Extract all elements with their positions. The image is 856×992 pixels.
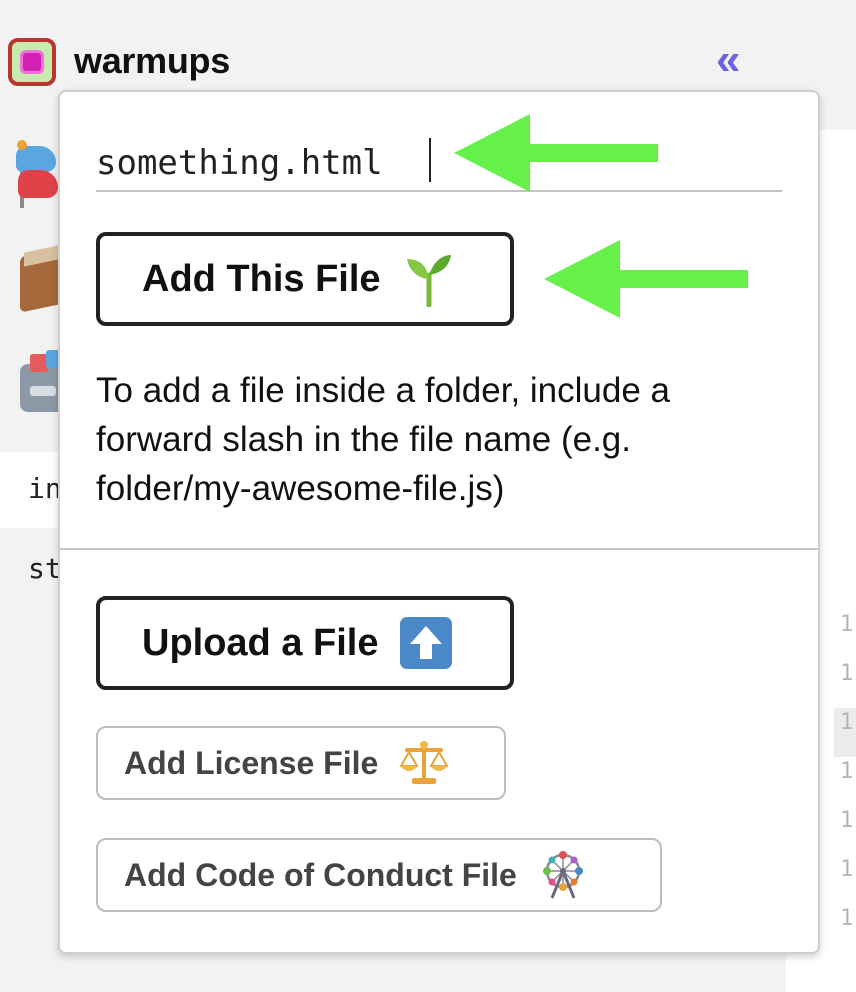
add-license-file-button[interactable]: Add License File <box>96 726 506 800</box>
add-code-of-conduct-file-button[interactable]: Add Code of Conduct File <box>96 838 662 912</box>
sidebar-file-item[interactable]: in <box>0 452 62 528</box>
divider <box>60 548 818 550</box>
annotation-arrow-icon <box>454 114 658 192</box>
annotation-arrow-icon <box>544 240 748 318</box>
sidebar-file-label: in <box>28 472 62 505</box>
filename-input[interactable] <box>96 136 782 192</box>
text-cursor <box>429 138 431 182</box>
line-number: 1 <box>840 906 854 931</box>
project-avatar[interactable] <box>8 38 56 86</box>
sidebar-file-label: st <box>28 552 62 585</box>
package-box-icon[interactable] <box>8 243 68 313</box>
seedling-icon <box>403 253 455 307</box>
ferris-wheel-icon <box>537 849 589 901</box>
add-license-file-label: Add License File <box>124 744 379 781</box>
balance-scale-icon <box>398 737 450 789</box>
new-file-popover: Add This File To add a file inside a fol… <box>58 90 820 954</box>
upload-file-button[interactable]: Upload a File <box>96 596 514 690</box>
editor-line-numbers: 1 1 1 1 1 1 1 <box>834 610 856 953</box>
add-coc-file-label: Add Code of Conduct File <box>124 856 517 893</box>
line-number: 1 <box>840 661 854 686</box>
folder-help-text: To add a file inside a folder, include a… <box>96 371 670 508</box>
upload-file-label: Upload a File <box>142 621 379 664</box>
project-name[interactable]: warmups <box>74 40 230 82</box>
file-cabinet-icon[interactable] <box>8 350 66 412</box>
add-this-file-button[interactable]: Add This File <box>96 232 514 326</box>
up-arrow-icon <box>400 617 453 669</box>
line-number: 1 <box>840 857 854 882</box>
line-number: 1 <box>840 808 854 833</box>
line-number: 1 <box>834 708 856 757</box>
add-this-file-label: Add This File <box>142 257 381 300</box>
fishing-pole-icon[interactable] <box>8 140 58 208</box>
collapse-sidebar-icon[interactable]: « <box>716 36 740 84</box>
line-number: 1 <box>840 759 854 784</box>
line-number: 1 <box>840 612 854 637</box>
sidebar-file-item[interactable]: st <box>0 540 62 600</box>
